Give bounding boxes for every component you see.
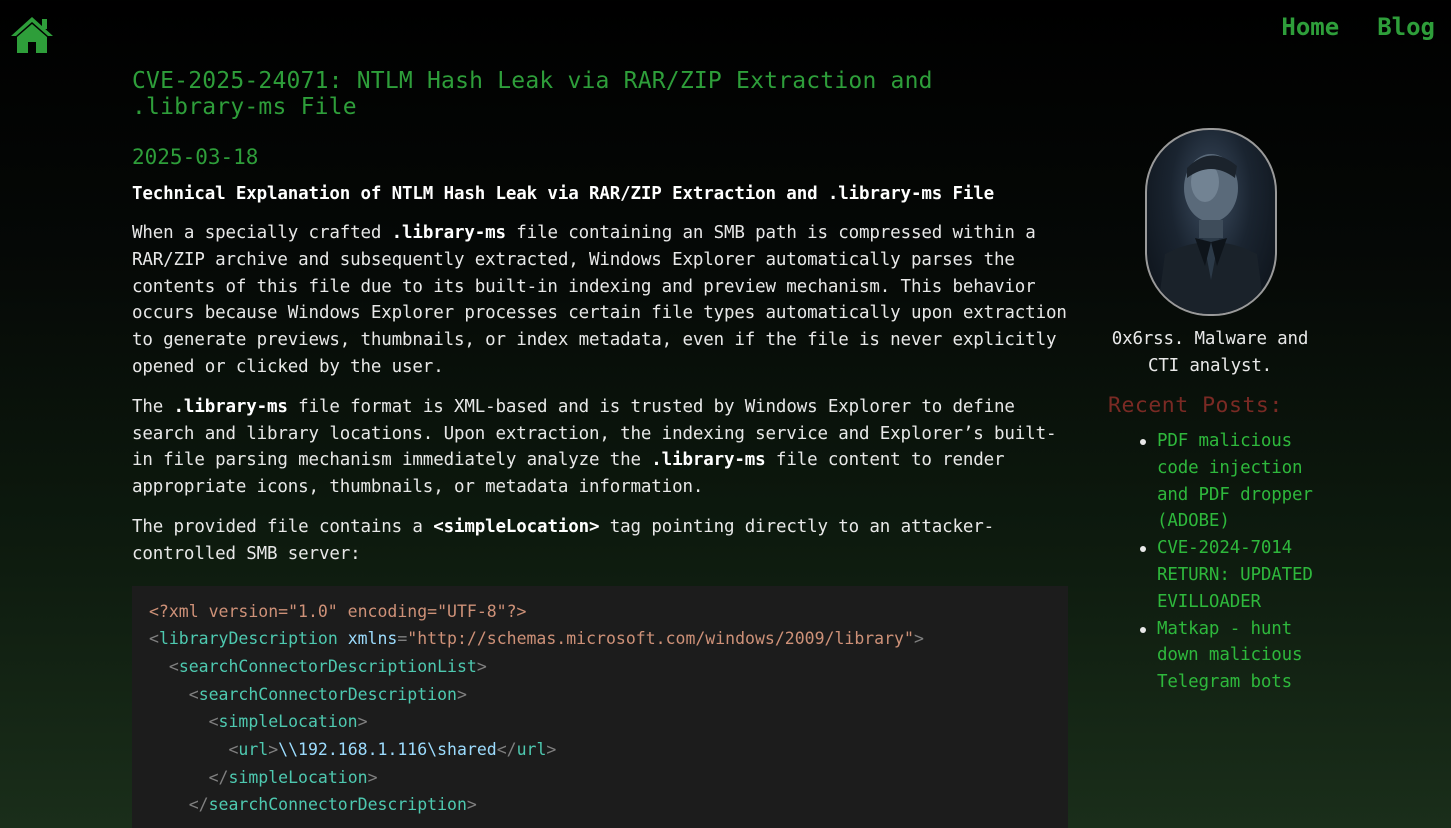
sidebar: 0x6rss. Malware and CTI analyst. Recent …	[1104, 128, 1316, 696]
code-tag: url	[238, 740, 269, 760]
recent-posts-list: PDF malicious code injection and PDF dro…	[1104, 428, 1316, 696]
inline-code-library-ms: .library-ms	[391, 223, 506, 243]
code-attr: xmlns	[347, 629, 398, 649]
post-article: CVE-2025-24071: NTLM Hash Leak via RAR/Z…	[132, 68, 1068, 828]
author-bio: 0x6rss. Malware and CTI analyst.	[1111, 329, 1309, 376]
paragraph-text: When a specially crafted	[132, 223, 392, 243]
code-string: "http://schemas.microsoft.com/windows/20…	[407, 629, 914, 649]
code-tag: searchConnectorDescriptionList	[178, 656, 477, 676]
list-item: PDF malicious code injection and PDF dro…	[1140, 428, 1316, 535]
paragraph-text: The provided file contains a	[132, 516, 434, 537]
nav-home-link[interactable]: Home	[1281, 10, 1339, 44]
avatar	[1145, 128, 1277, 316]
house-icon	[11, 17, 53, 53]
paragraph-1: When a specially crafted .library-ms fil…	[132, 220, 1068, 381]
recent-posts-title: Recent Posts:	[1108, 393, 1283, 418]
code-tag: searchConnectorDescription	[208, 795, 467, 815]
list-item: CVE-2024-7014 RETURN: UPDATED EVILLOADER	[1140, 535, 1316, 615]
home-icon[interactable]	[10, 16, 54, 54]
post-heading: Technical Explanation of NTLM Hash Leak …	[132, 184, 995, 204]
avatar-portrait	[1157, 154, 1265, 314]
code-tag: simpleLocation	[218, 712, 358, 732]
code-tag: searchConnectorDescription	[198, 684, 457, 704]
list-item: Matkap - hunt down malicious Telegram bo…	[1140, 616, 1316, 696]
code-xml-declaration: <?xml version="1.0" encoding="UTF-8"?>	[149, 601, 527, 621]
recent-post-link[interactable]: CVE-2024-7014 RETURN: UPDATED EVILLOADER	[1157, 538, 1313, 612]
paragraph-2: The .library-ms file format is XML-based…	[132, 394, 1068, 501]
nav-blog-link[interactable]: Blog	[1377, 10, 1435, 44]
code-tag: libraryDescription	[158, 629, 338, 649]
inline-code-library-ms: .library-ms	[173, 396, 288, 417]
paragraph-text: file containing an SMB path is compresse…	[132, 223, 1067, 377]
post-title: CVE-2025-24071: NTLM Hash Leak via RAR/Z…	[132, 68, 933, 120]
inline-code-library-ms: .library-ms	[651, 450, 766, 471]
recent-post-link[interactable]: PDF malicious code injection and PDF dro…	[1157, 431, 1313, 531]
inline-code-simplelocation: <simpleLocation>	[433, 516, 600, 537]
paragraph-text: The	[132, 396, 174, 417]
code-tag: url	[516, 740, 547, 760]
post-date: 2025-03-18	[132, 145, 259, 169]
code-block[interactable]: <?xml version="1.0" encoding="UTF-8"?> <…	[132, 585, 1068, 828]
top-nav: Home Blog	[1281, 10, 1435, 44]
recent-post-link[interactable]: Matkap - hunt down malicious Telegram bo…	[1157, 619, 1303, 693]
code-url-value: \\192.168.1.116\shared	[278, 740, 497, 760]
code-tag: simpleLocation	[228, 767, 368, 787]
paragraph-3: The provided file contains a <simpleLoca…	[132, 514, 1068, 568]
